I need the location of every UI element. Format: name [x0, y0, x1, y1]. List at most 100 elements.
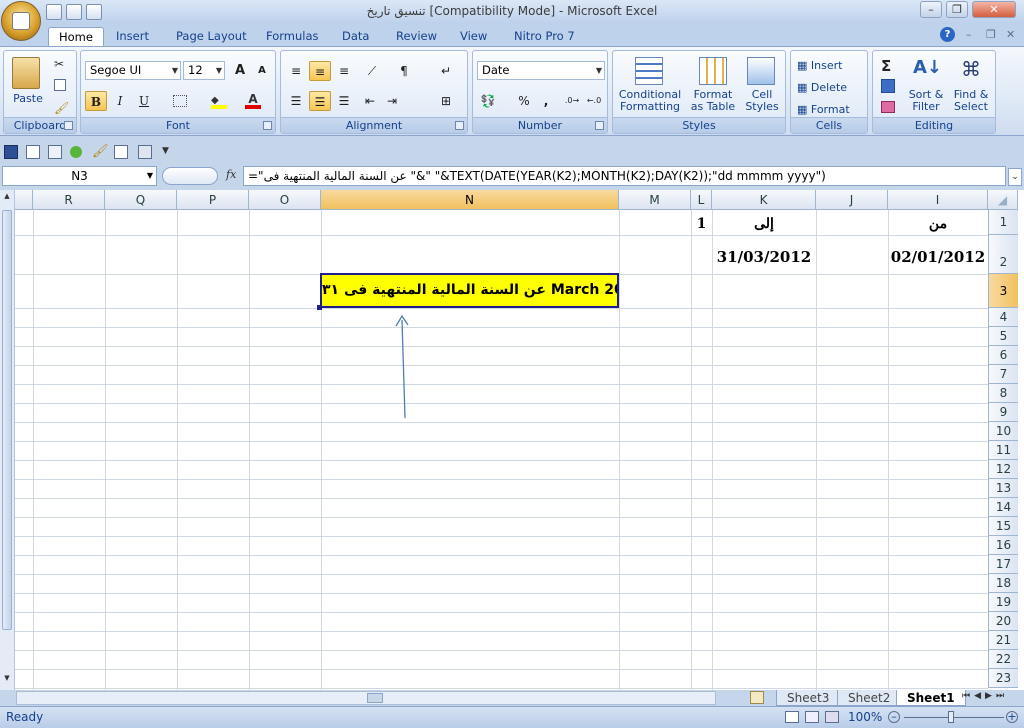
col-header-n[interactable]: N [321, 190, 619, 210]
normal-view-icon[interactable] [785, 711, 799, 723]
expand-formula-icon[interactable]: ⌄ [1008, 168, 1022, 186]
align-top-icon[interactable]: ≡ [285, 61, 307, 81]
ribbon-close-icon[interactable]: ✕ [1006, 28, 1015, 41]
insert-sheet-icon[interactable] [750, 691, 764, 704]
minimize-button[interactable]: – [920, 1, 942, 18]
insert-cells-button[interactable]: ▦ Insert [797, 59, 842, 72]
underline-button[interactable]: U [133, 91, 155, 111]
vertical-scrollbar[interactable]: ▲ ▼ [0, 190, 15, 690]
borders-icon[interactable] [173, 95, 187, 107]
refresh-icon[interactable] [70, 146, 82, 158]
cell-styles-button[interactable]: Styles [741, 101, 783, 113]
col-header-k[interactable]: K [712, 190, 816, 210]
redo-icon[interactable] [86, 4, 102, 20]
row-header-23[interactable]: 23 [988, 669, 1018, 688]
help-icon[interactable]: ? [940, 27, 955, 42]
tab-insert[interactable]: Insert [106, 27, 159, 46]
conditional-formatting-icon[interactable] [635, 57, 663, 85]
office-button[interactable] [1, 1, 41, 41]
rtl-direction-icon[interactable]: ¶ [393, 61, 415, 81]
page-break-view-icon[interactable] [825, 711, 839, 723]
row-header-14[interactable]: 14 [988, 498, 1018, 517]
col-header-j[interactable]: J [816, 190, 888, 210]
row-header-1[interactable]: 1 [988, 210, 1018, 235]
row-header-15[interactable]: 15 [988, 517, 1018, 536]
cell-i2[interactable]: 02/01/2012 [888, 248, 988, 266]
restore-button[interactable]: ❐ [946, 1, 968, 18]
align-center-icon[interactable]: ☰ [309, 91, 331, 111]
col-header-r[interactable]: R [33, 190, 105, 210]
delete-cells-button[interactable]: ▦ Delete [797, 81, 847, 94]
grow-font-button[interactable]: A [229, 61, 251, 81]
orientation-icon[interactable]: ⟋ [361, 61, 383, 81]
row-header-11[interactable]: 11 [988, 441, 1018, 460]
name-box[interactable]: N3 ▼ [2, 166, 157, 186]
font-launcher-icon[interactable] [263, 121, 272, 130]
tab-data[interactable]: Data [332, 27, 379, 46]
merge-center-icon[interactable]: ⊞ [435, 91, 457, 111]
zoom-in-icon[interactable]: + [1006, 711, 1018, 723]
tab-view[interactable]: View [450, 27, 497, 46]
row-header-6[interactable]: 6 [988, 346, 1018, 365]
copy-icon[interactable] [54, 79, 66, 91]
col-header-m[interactable]: M [619, 190, 691, 210]
tab-nitro[interactable]: Nitro Pro 7 [504, 27, 585, 46]
row-header-18[interactable]: 18 [988, 574, 1018, 593]
sort-filter-icon[interactable]: A↓ [913, 57, 942, 85]
sheet-tab-sheet1[interactable]: Sheet1 [896, 690, 966, 706]
row-header-22[interactable]: 22 [988, 650, 1018, 669]
find-binoculars-icon[interactable]: ⌘ [957, 57, 985, 85]
sheet-tab-sheet3[interactable]: Sheet3 [776, 690, 841, 706]
save-icon[interactable] [4, 145, 18, 159]
cell-l1[interactable]: 1 [691, 216, 712, 232]
row-header-13[interactable]: 13 [988, 479, 1018, 498]
clipboard-launcher-icon[interactable] [64, 121, 73, 130]
clear-icon[interactable] [881, 101, 895, 113]
row-header-16[interactable]: 16 [988, 536, 1018, 555]
paste-icon[interactable] [12, 57, 40, 89]
close-button[interactable]: ✕ [972, 1, 1016, 18]
row-header-2[interactable]: 2 [988, 235, 1018, 274]
row-header-3[interactable]: 3 [988, 274, 1018, 308]
ribbon-restore-icon[interactable]: ❐ [986, 28, 996, 41]
page-layout-view-icon[interactable] [805, 711, 819, 723]
comma-button[interactable]: , [535, 91, 557, 111]
zoom-level[interactable]: 100% [848, 710, 882, 724]
bold-button[interactable]: B [85, 91, 107, 111]
fill-icon[interactable] [881, 79, 895, 93]
format-as-table-icon[interactable] [699, 57, 727, 85]
italic-button[interactable]: I [109, 91, 131, 111]
row-header-12[interactable]: 12 [988, 460, 1018, 479]
align-bottom-icon[interactable]: ≡ [333, 61, 355, 81]
align-right-icon[interactable]: ☰ [333, 91, 355, 111]
zoom-icon[interactable] [114, 145, 128, 159]
zoom-slider-thumb[interactable] [948, 711, 954, 723]
ribbon-minimize-icon[interactable]: – [966, 28, 972, 41]
autosum-button[interactable]: Σ [881, 57, 891, 75]
document-icon[interactable] [48, 145, 62, 159]
col-header-l[interactable]: L [691, 190, 712, 210]
format-painter-icon[interactable]: 🖌 [54, 101, 69, 115]
worksheet-grid[interactable]: R Q P O N M L K J I ◢ 1 2 3 4 5 6 7 8 9 10 11 12… [0, 190, 1024, 690]
insert-function-button[interactable]: fx [226, 168, 236, 181]
cell-i1[interactable]: من [888, 216, 988, 232]
zoom-slider[interactable] [904, 717, 1004, 718]
row-header-19[interactable]: 19 [988, 593, 1018, 612]
cut-icon[interactable]: ✂ [54, 57, 64, 71]
format-cells-button[interactable]: ▦ Format [797, 103, 850, 116]
paste-button[interactable]: Paste [8, 93, 48, 105]
percent-button[interactable]: % [513, 91, 535, 111]
customize-qat-icon[interactable]: ▼ [162, 146, 169, 156]
formula-controls[interactable] [162, 167, 218, 185]
font-color-icon[interactable]: A [245, 93, 261, 109]
tab-review[interactable]: Review [386, 27, 447, 46]
horizontal-scrollbar[interactable] [16, 691, 716, 705]
currency-icon[interactable]: 💱 [477, 91, 499, 111]
decrease-indent-icon[interactable]: ⇤ [359, 91, 381, 111]
row-header-10[interactable]: 10 [988, 422, 1018, 441]
fill-color-icon[interactable]: ◆ [211, 95, 227, 109]
scroll-thumb[interactable] [2, 210, 12, 630]
tab-home[interactable]: Home [48, 27, 104, 46]
print-icon[interactable] [138, 145, 152, 159]
scroll-up-icon[interactable]: ▲ [1, 192, 13, 204]
